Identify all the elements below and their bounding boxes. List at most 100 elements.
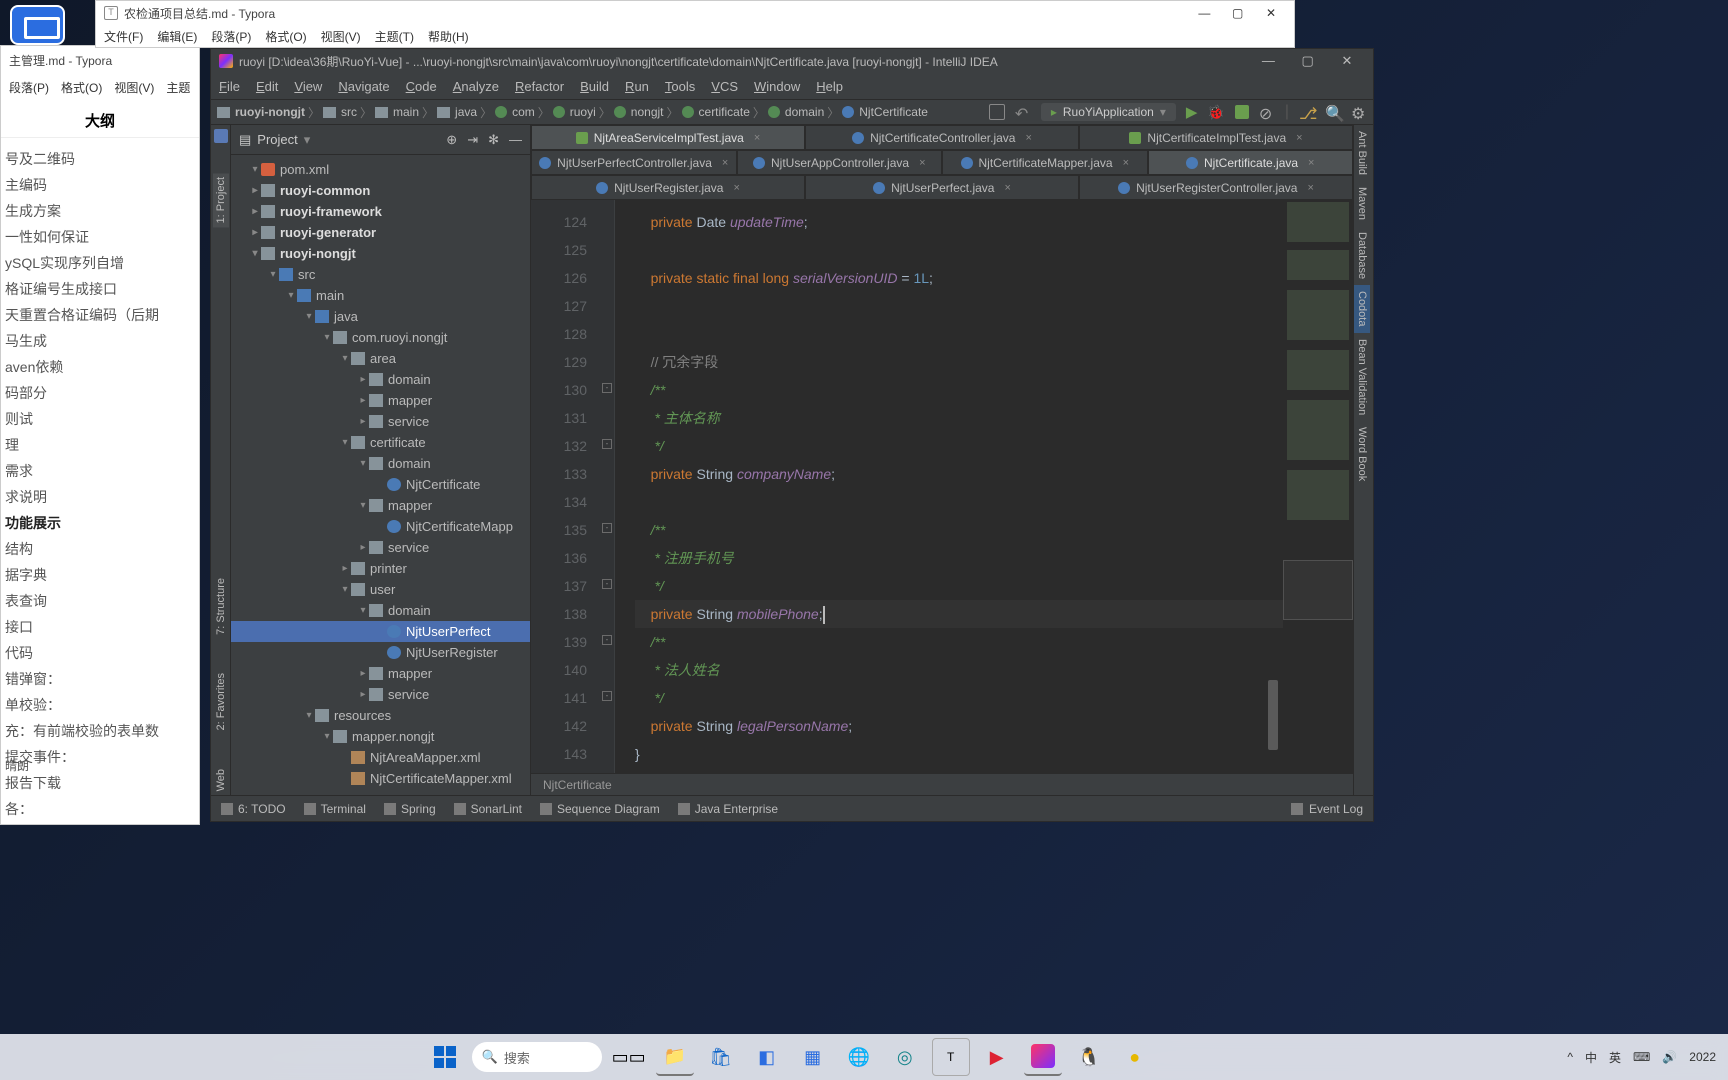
- tree-node[interactable]: ruoyi-nongjt: [231, 243, 530, 264]
- tree-node[interactable]: NjtCertificate: [231, 474, 530, 495]
- volume-icon[interactable]: 🔊: [1662, 1050, 1677, 1064]
- editor-tab[interactable]: NjtCertificateMapper.java×: [942, 150, 1148, 175]
- tree-node[interactable]: certificate: [231, 432, 530, 453]
- event-log-button[interactable]: Event Log: [1309, 802, 1363, 816]
- tree-node[interactable]: com.ruoyi.nongjt: [231, 327, 530, 348]
- editor-tab[interactable]: NjtUserPerfectController.java×: [531, 150, 737, 175]
- close-tab-icon[interactable]: ×: [1296, 132, 1302, 144]
- menu-item[interactable]: 格式(O): [61, 79, 102, 96]
- breadcrumb-item[interactable]: ruoyi: [570, 105, 596, 119]
- tree-node[interactable]: domain: [231, 453, 530, 474]
- coverage-icon[interactable]: [1235, 105, 1249, 119]
- close-tab-icon[interactable]: ×: [1308, 157, 1314, 169]
- outline-item[interactable]: 各：: [5, 796, 195, 822]
- status-tool-term[interactable]: Terminal: [304, 802, 366, 816]
- tree-node[interactable]: NjtCertificateMapp: [231, 516, 530, 537]
- outline-item[interactable]: 功能展示: [5, 510, 195, 536]
- chevron-down-icon[interactable]: ▾: [304, 132, 311, 148]
- tree-node[interactable]: ruoyi-common: [231, 180, 530, 201]
- keyboard-icon[interactable]: ⌨: [1633, 1050, 1650, 1064]
- start-button[interactable]: [426, 1038, 464, 1076]
- tree-node[interactable]: domain: [231, 600, 530, 621]
- breadcrumb-item[interactable]: NjtCertificate: [859, 105, 928, 119]
- gear-icon[interactable]: ✻: [488, 132, 499, 148]
- typora-taskbar-icon[interactable]: T: [932, 1038, 970, 1076]
- app-taskbar-icon[interactable]: ▦: [794, 1038, 832, 1076]
- menu-item[interactable]: 段落(P): [211, 28, 251, 45]
- task-view-button[interactable]: ▭▭: [610, 1038, 648, 1076]
- menu-item[interactable]: 编辑(E): [157, 28, 197, 45]
- edge-taskbar-icon[interactable]: 🌐: [840, 1038, 878, 1076]
- tree-node[interactable]: NjtCertificateMapper.xml: [231, 768, 530, 789]
- settings-icon[interactable]: ⚙: [1351, 104, 1367, 120]
- minimize-button[interactable]: —: [1250, 53, 1286, 68]
- editor-tab[interactable]: NjtUserRegister.java×: [531, 175, 805, 200]
- menu-item[interactable]: Build: [580, 79, 609, 94]
- tree-node[interactable]: mapper: [231, 663, 530, 684]
- tree-node[interactable]: NjtUserRegister: [231, 642, 530, 663]
- outline-item[interactable]: 理: [5, 432, 195, 458]
- code-editor[interactable]: 1241251261271281291301311321331341351361…: [531, 200, 1353, 773]
- breadcrumb-item[interactable]: ruoyi-nongjt: [235, 105, 305, 119]
- menu-item[interactable]: 文件(F): [104, 28, 143, 45]
- breadcrumb-item[interactable]: certificate: [699, 105, 750, 119]
- breadcrumb-item[interactable]: main: [393, 105, 419, 119]
- database-tool-tab[interactable]: Database: [1354, 226, 1370, 285]
- run-button[interactable]: ▶: [1186, 103, 1198, 121]
- project-tool-icon[interactable]: [214, 129, 228, 143]
- tree-node[interactable]: domain: [231, 369, 530, 390]
- outline-item[interactable]: 求说明: [5, 484, 195, 510]
- tree-node[interactable]: printer: [231, 558, 530, 579]
- editor-tab[interactable]: NjtUserPerfect.java×: [805, 175, 1079, 200]
- select-opened-icon[interactable]: ⊕: [446, 132, 457, 148]
- close-tab-icon[interactable]: ×: [1025, 132, 1031, 144]
- close-tab-icon[interactable]: ×: [722, 157, 728, 169]
- ant-tool-tab[interactable]: Ant Build: [1354, 125, 1370, 181]
- menu-item[interactable]: VCS: [711, 79, 738, 94]
- codota-tool-tab[interactable]: Codota: [1354, 285, 1370, 332]
- git-icon[interactable]: ⎇: [1299, 104, 1315, 120]
- outline-item[interactable]: 表查询: [5, 588, 195, 614]
- outline-item[interactable]: 则试: [5, 406, 195, 432]
- close-tab-icon[interactable]: ×: [754, 132, 760, 144]
- app-taskbar-icon[interactable]: ◧: [748, 1038, 786, 1076]
- ij-breadcrumb[interactable]: ruoyi-nongjt〉src〉main〉java〉com〉ruoyi〉non…: [217, 104, 928, 121]
- menu-item[interactable]: View: [294, 79, 322, 94]
- system-tray[interactable]: ^ 中 英 ⌨ 🔊 2022: [1567, 1049, 1716, 1066]
- favorites-tool-tab[interactable]: 2: Favorites: [213, 669, 229, 734]
- menu-item[interactable]: Edit: [256, 79, 278, 94]
- web-tool-tab[interactable]: Web: [213, 765, 229, 795]
- project-tree[interactable]: pom.xmlruoyi-commonruoyi-frameworkruoyi-…: [231, 155, 530, 795]
- status-tool-sonar[interactable]: SonarLint: [454, 802, 522, 816]
- outline-item[interactable]: 结构: [5, 536, 195, 562]
- ime-indicator[interactable]: 中: [1585, 1049, 1597, 1066]
- editor-tab[interactable]: NjtUserAppController.java×: [737, 150, 943, 175]
- editor-breadcrumb[interactable]: NjtCertificate: [531, 773, 1353, 795]
- intellij-taskbar-icon[interactable]: [1024, 1038, 1062, 1076]
- tree-node[interactable]: service: [231, 684, 530, 705]
- outline-item[interactable]: 主编码: [5, 172, 195, 198]
- breadcrumb-item[interactable]: src: [341, 105, 357, 119]
- breadcrumb-item[interactable]: nongjt: [631, 105, 664, 119]
- tree-node[interactable]: java: [231, 306, 530, 327]
- collapse-icon[interactable]: ⇥: [467, 132, 478, 148]
- word-book-tool-tab[interactable]: Word Book: [1354, 421, 1370, 487]
- menu-item[interactable]: 视图(V): [321, 28, 361, 45]
- status-tool-seq[interactable]: Sequence Diagram: [540, 802, 660, 816]
- outline-item[interactable]: 码部分: [5, 380, 195, 406]
- menu-item[interactable]: 帮助(H): [428, 28, 469, 45]
- tree-node[interactable]: ruoyi-framework: [231, 201, 530, 222]
- meeting-app-icon[interactable]: [10, 5, 65, 45]
- search-icon[interactable]: 🔍: [1325, 104, 1341, 120]
- breadcrumb-item[interactable]: NjtCertificate: [543, 778, 612, 792]
- youtube-taskbar-icon[interactable]: ▶: [978, 1038, 1016, 1076]
- menu-item[interactable]: 视图(V): [114, 79, 154, 96]
- debug-button[interactable]: 🐞: [1207, 104, 1224, 121]
- outline-item[interactable]: 据字典: [5, 562, 195, 588]
- maven-tool-tab[interactable]: Maven: [1354, 181, 1370, 226]
- menu-item[interactable]: 格式(O): [265, 28, 306, 45]
- hide-icon[interactable]: —: [509, 132, 522, 148]
- breadcrumb-item[interactable]: domain: [785, 105, 824, 119]
- close-button[interactable]: ✕: [1329, 53, 1365, 69]
- ime-lang-indicator[interactable]: 英: [1609, 1049, 1621, 1066]
